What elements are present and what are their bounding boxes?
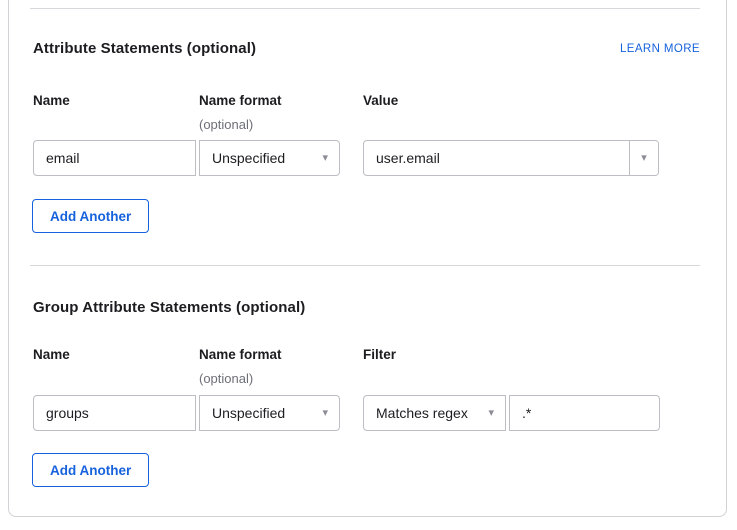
group-attribute-name-input[interactable] xyxy=(33,395,196,431)
add-another-button[interactable]: Add Another xyxy=(32,453,149,487)
column-label-name: Name xyxy=(33,93,199,109)
group-name-format-selected-value: Unspecified xyxy=(212,405,285,421)
name-format-select[interactable]: Unspecified ▾ xyxy=(199,140,340,176)
column-headers: Name Name format (optional) Value xyxy=(33,93,700,133)
section-title: Attribute Statements (optional) xyxy=(33,40,256,58)
attribute-statements-header: Attribute Statements (optional) LEARN MO… xyxy=(33,40,700,58)
section-divider xyxy=(30,265,700,266)
filter-type-select[interactable]: Matches regex ▾ xyxy=(363,395,506,431)
chevron-down-icon: ▾ xyxy=(322,408,328,419)
filter-type-selected-value: Matches regex xyxy=(376,405,468,421)
column-label-filter: Filter xyxy=(363,347,700,363)
column-label-name-format: Name format xyxy=(199,93,363,109)
chevron-down-icon: ▾ xyxy=(488,408,494,419)
section-title: Group Attribute Statements (optional) xyxy=(33,299,305,317)
column-note-optional: (optional) xyxy=(199,371,363,387)
chevron-down-icon: ▾ xyxy=(641,153,647,164)
chevron-down-icon: ▾ xyxy=(322,153,328,164)
group-attribute-statements-header: Group Attribute Statements (optional) xyxy=(33,299,700,317)
attribute-value-dropdown-button[interactable]: ▾ xyxy=(629,141,658,175)
section-divider xyxy=(30,8,700,9)
column-label-name: Name xyxy=(33,347,199,363)
attribute-value-input[interactable] xyxy=(364,141,629,175)
column-label-name-format: Name format xyxy=(199,347,363,363)
name-format-selected-value: Unspecified xyxy=(212,150,285,166)
attribute-statement-row: Unspecified ▾ ▾ xyxy=(33,140,700,176)
column-note-optional: (optional) xyxy=(199,117,363,133)
group-name-format-select[interactable]: Unspecified ▾ xyxy=(199,395,340,431)
group-attribute-statement-row: Unspecified ▾ Matches regex ▾ xyxy=(33,395,700,431)
column-headers: Name Name format (optional) Filter xyxy=(33,347,700,387)
attribute-name-input[interactable] xyxy=(33,140,196,176)
column-label-value: Value xyxy=(363,93,700,109)
attribute-value-combo: ▾ xyxy=(363,140,659,176)
settings-card: Attribute Statements (optional) LEARN MO… xyxy=(8,0,727,517)
filter-value-input[interactable] xyxy=(509,395,660,431)
learn-more-link[interactable]: LEARN MORE xyxy=(620,41,700,57)
add-another-button[interactable]: Add Another xyxy=(32,199,149,233)
